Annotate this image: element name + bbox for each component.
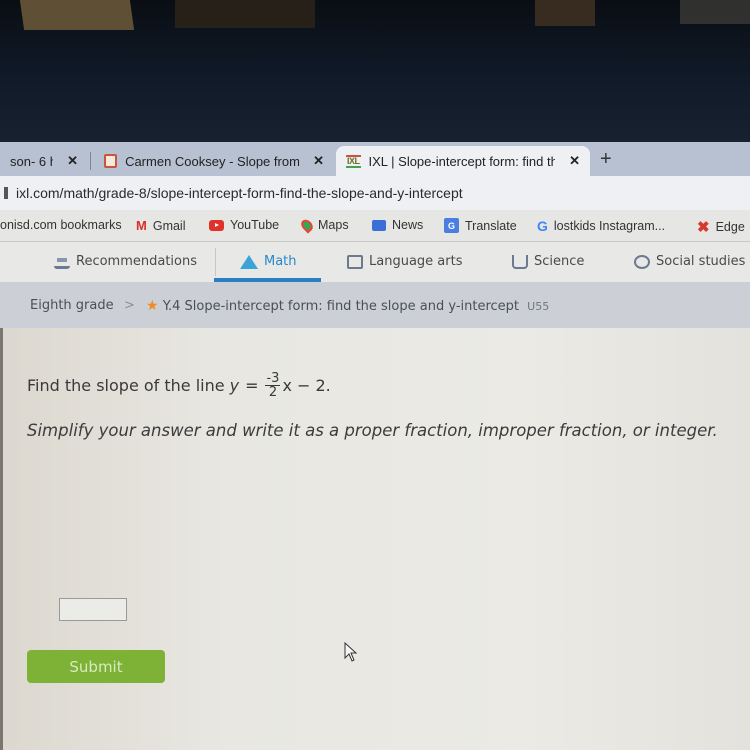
bookmark-label: News bbox=[392, 218, 424, 232]
google-icon: G bbox=[537, 218, 548, 234]
bookmark-maps[interactable]: Maps bbox=[298, 216, 349, 234]
bookmark-label: lostkids Instagram... bbox=[553, 219, 666, 233]
breadcrumb-separator: > bbox=[124, 298, 135, 313]
tab-title: Carmen Cooksey - Slope from Ta bbox=[125, 153, 300, 169]
bookmark-translate[interactable]: G Translate bbox=[444, 218, 517, 233]
answer-input[interactable] bbox=[59, 598, 127, 621]
recommendations-icon bbox=[54, 254, 70, 269]
nav-divider bbox=[215, 248, 216, 276]
gmail-icon: M bbox=[136, 218, 147, 233]
equation-variable: y bbox=[229, 376, 240, 395]
breadcrumb-grade[interactable]: Eighth grade bbox=[30, 298, 114, 313]
bookmark-label: Edge bbox=[715, 220, 745, 234]
tab-title: son- 6 http bbox=[10, 153, 53, 169]
bookmark-label: YouTube bbox=[230, 218, 280, 232]
maps-icon bbox=[298, 216, 316, 234]
lock-icon bbox=[4, 187, 8, 199]
subject-math[interactable]: Math bbox=[240, 254, 297, 269]
subject-label: Science bbox=[534, 254, 585, 269]
skill-code: U55 bbox=[527, 300, 550, 313]
monitor-bezel-photo-area bbox=[0, 0, 750, 142]
question-prompt: Find the slope of the line y = -3 2 x − … bbox=[27, 372, 331, 399]
subject-nav: Recommendations Math Language arts Scien… bbox=[0, 242, 750, 282]
youtube-icon bbox=[209, 219, 224, 231]
background-reflection bbox=[680, 0, 750, 24]
window-edge bbox=[0, 328, 3, 750]
flask-icon bbox=[512, 254, 528, 269]
url-text[interactable]: ixl.com/math/grade-8/slope-intercept-for… bbox=[16, 185, 463, 201]
background-reflection bbox=[175, 0, 315, 28]
tab-title: IXL | Slope-intercept form: find th bbox=[368, 153, 556, 169]
subject-recommendations[interactable]: Recommendations bbox=[54, 254, 197, 269]
question-instructions: Simplify your answer and write it as a p… bbox=[27, 421, 718, 440]
tab-3-active[interactable]: IXL IXL | Slope-intercept form: find th … bbox=[336, 146, 590, 176]
submit-button[interactable]: Submit bbox=[27, 650, 165, 683]
book-icon bbox=[347, 254, 363, 269]
subject-label: Recommendations bbox=[76, 254, 198, 269]
prompt-text: Find the slope of the line bbox=[27, 376, 225, 395]
bookmarks-bar: onisd.com bookmarks M Gmail YouTube Maps… bbox=[0, 210, 750, 242]
bookmark-label: onisd.com bookmarks bbox=[0, 218, 122, 232]
bookmark-youtube[interactable]: YouTube bbox=[209, 218, 279, 232]
bookmark-label: Gmail bbox=[152, 218, 186, 233]
bookmark-folder[interactable]: onisd.com bookmarks bbox=[0, 218, 122, 232]
slope-fraction: -3 2 bbox=[265, 371, 281, 400]
bookmark-label: Translate bbox=[465, 218, 517, 233]
breadcrumb: Eighth grade > ★ Y.4 Slope-intercept for… bbox=[0, 282, 750, 328]
fraction-denominator: 2 bbox=[268, 385, 278, 400]
bookmark-edge[interactable]: ✖ Edge bbox=[697, 218, 745, 236]
tab-separator bbox=[90, 152, 91, 170]
question-area: Find the slope of the line y = -3 2 x − … bbox=[0, 328, 750, 750]
subject-label: Social studies bbox=[656, 254, 746, 269]
translate-icon: G bbox=[444, 218, 459, 233]
ixl-logo-icon: IXL bbox=[346, 154, 361, 168]
new-tab-button[interactable]: + bbox=[600, 148, 612, 171]
slides-doc-icon bbox=[104, 154, 118, 168]
subject-label: Math bbox=[264, 254, 297, 269]
fraction-numerator: -3 bbox=[265, 371, 281, 386]
browser-window: son- 6 http ✕ Carmen Cooksey - Slope fro… bbox=[0, 142, 750, 750]
subject-language-arts[interactable]: Language arts bbox=[347, 254, 462, 269]
news-icon bbox=[372, 219, 386, 231]
close-icon[interactable]: ✕ bbox=[313, 153, 324, 169]
skill-title: Y.4 Slope-intercept form: find the slope… bbox=[162, 299, 520, 314]
subject-science[interactable]: Science bbox=[512, 254, 584, 269]
close-icon[interactable]: ✕ bbox=[67, 153, 78, 169]
tab-strip: son- 6 http ✕ Carmen Cooksey - Slope fro… bbox=[0, 142, 750, 176]
equals-sign: = bbox=[245, 376, 259, 395]
bookmark-label: Maps bbox=[318, 218, 349, 232]
globe-icon bbox=[634, 254, 650, 269]
star-icon: ★ bbox=[146, 298, 159, 314]
subject-social-studies[interactable]: Social studies bbox=[634, 254, 745, 269]
address-bar[interactable]: ixl.com/math/grade-8/slope-intercept-for… bbox=[0, 176, 750, 210]
bookmark-gmail[interactable]: M Gmail bbox=[136, 218, 186, 233]
mouse-cursor-icon bbox=[344, 642, 358, 662]
tab-2[interactable]: Carmen Cooksey - Slope from Ta ✕ bbox=[94, 146, 334, 176]
breadcrumb-skill: ★ Y.4 Slope-intercept form: find the slo… bbox=[146, 298, 549, 314]
background-reflection bbox=[535, 0, 595, 26]
math-pyramid-icon bbox=[240, 254, 258, 269]
edge-icon: ✖ bbox=[697, 219, 710, 236]
bookmark-lostkids[interactable]: G lostkids Instagram... bbox=[537, 218, 665, 234]
equation-rest: x − 2. bbox=[282, 376, 331, 395]
bookmark-news[interactable]: News bbox=[372, 218, 423, 232]
background-reflection bbox=[19, 0, 135, 30]
close-icon[interactable]: ✕ bbox=[569, 153, 580, 169]
tab-1[interactable]: son- 6 http ✕ bbox=[0, 146, 88, 176]
subject-label: Language arts bbox=[369, 254, 463, 269]
